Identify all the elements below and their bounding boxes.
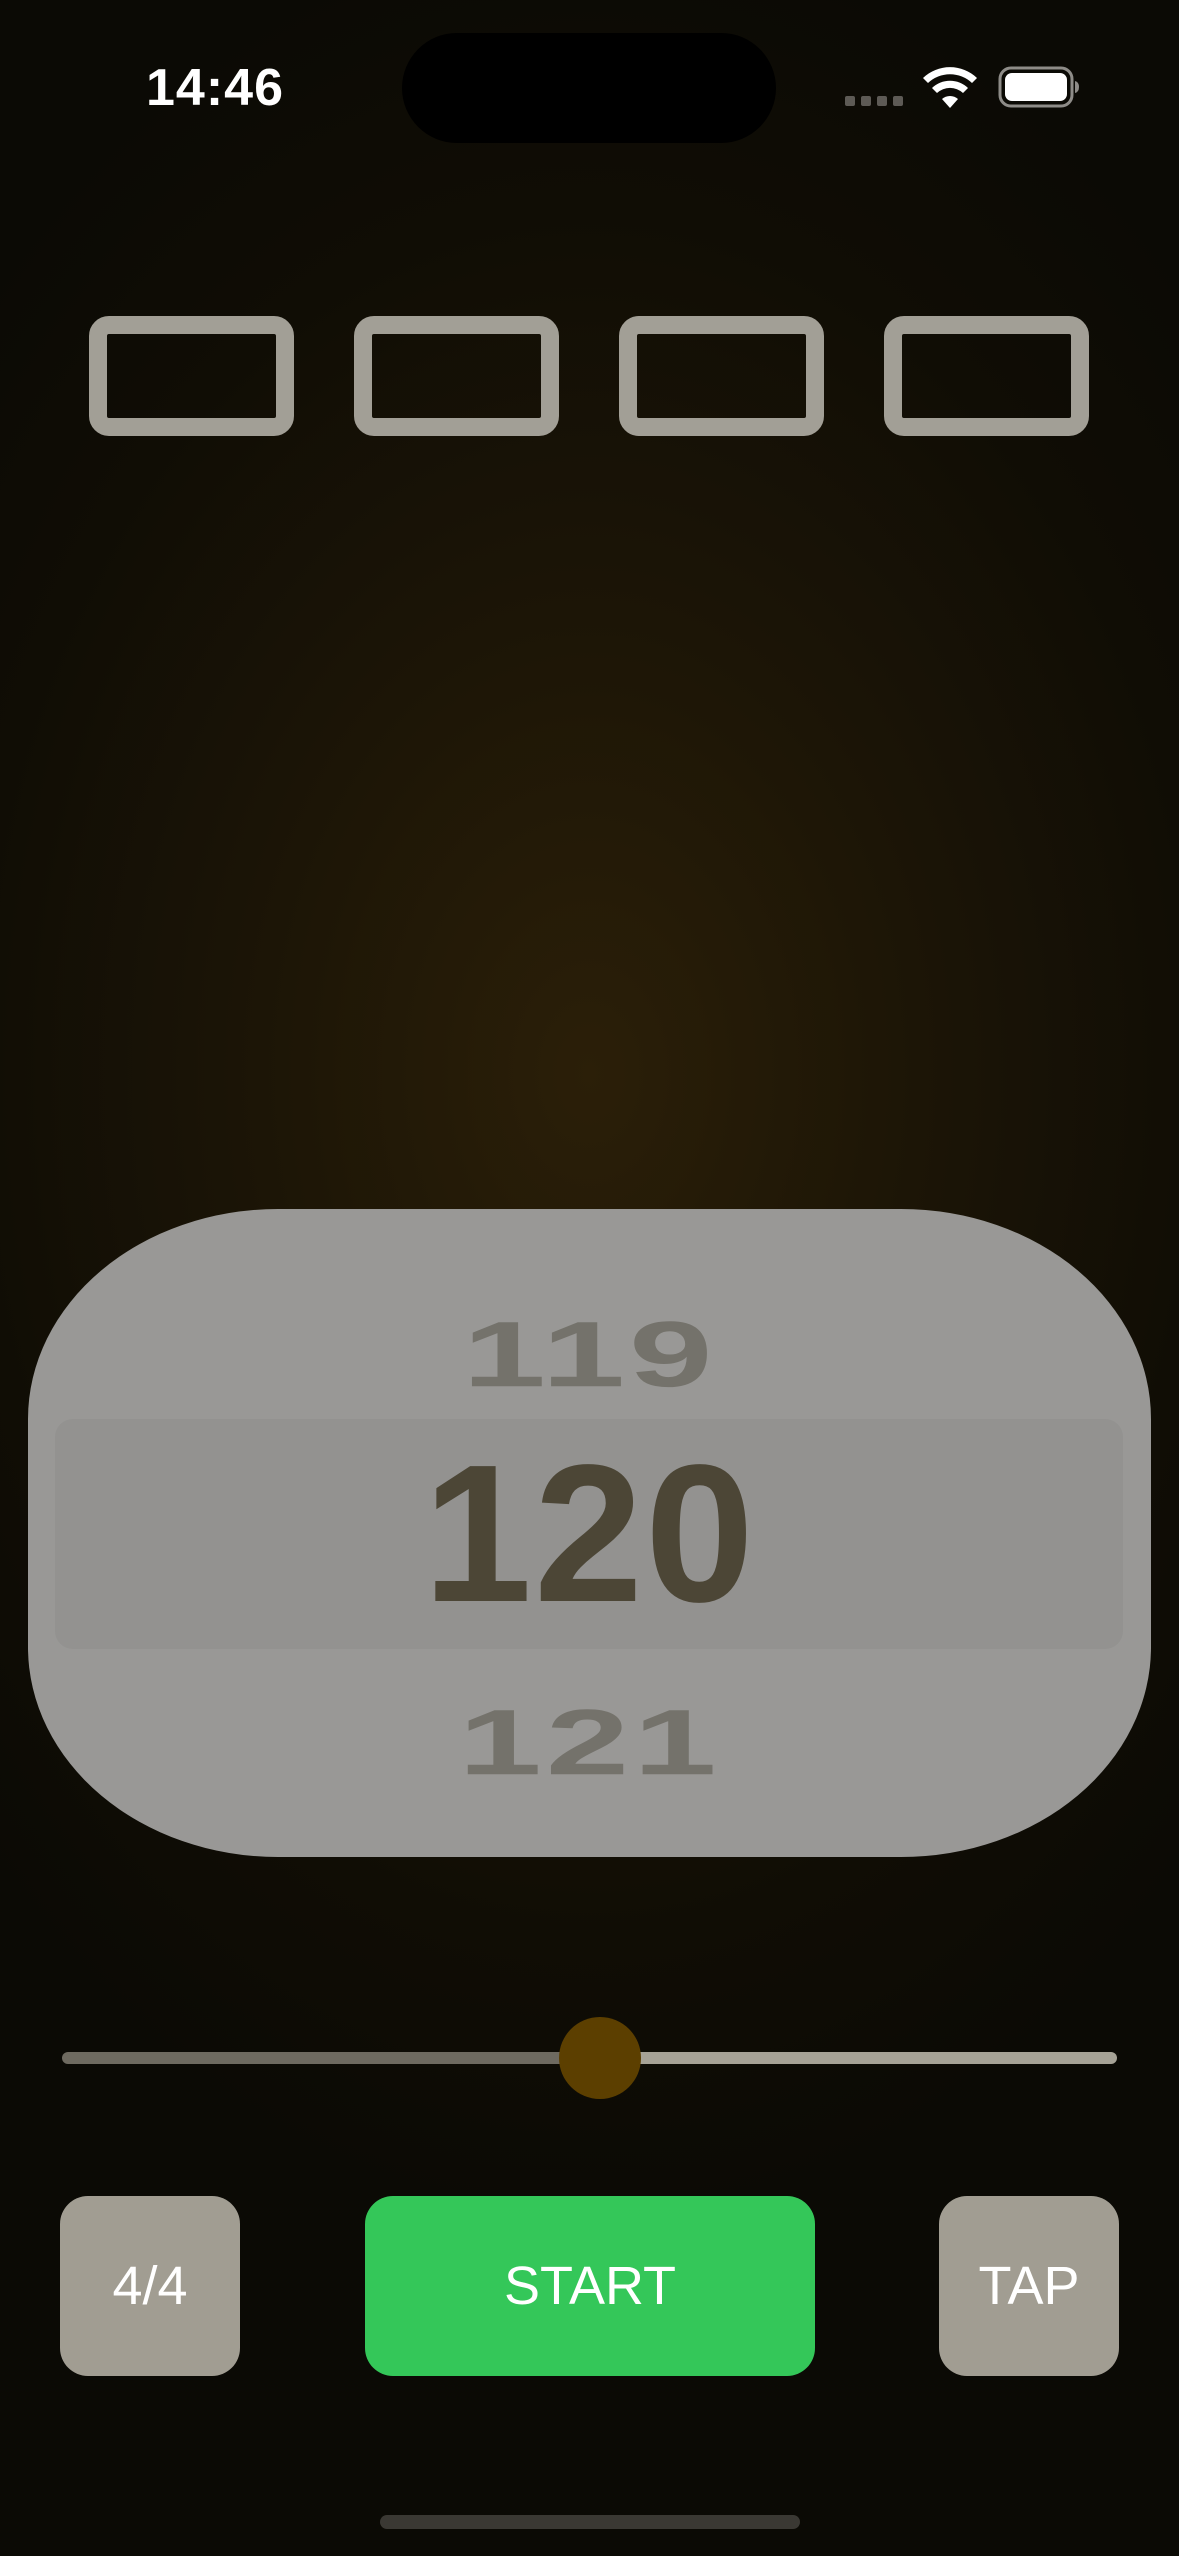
- tap-tempo-button[interactable]: TAP: [939, 2196, 1119, 2376]
- beat-indicator-1: [89, 316, 294, 436]
- beat-indicator-4: [884, 316, 1089, 436]
- tempo-option-next[interactable]: 121: [28, 1696, 1151, 1789]
- tempo-slider[interactable]: [62, 2012, 1117, 2102]
- wifi-icon: [923, 67, 977, 108]
- slider-track-filled: [62, 2052, 601, 2064]
- battery-icon: [998, 66, 1079, 108]
- metronome-screen: 14:46 119 120 121 4/4 START TAP: [0, 0, 1179, 2556]
- beat-indicator-2: [354, 316, 559, 436]
- slider-thumb[interactable]: [559, 2017, 642, 2099]
- cellular-signal-icon: [845, 96, 903, 106]
- tempo-option-previous[interactable]: 119: [28, 1308, 1151, 1401]
- tempo-picker[interactable]: 119 120 121: [28, 1209, 1151, 1857]
- slider-track-empty: [600, 2052, 1117, 2064]
- beat-indicators: [89, 316, 1089, 436]
- home-indicator[interactable]: [380, 2515, 800, 2529]
- status-bar-time: 14:46: [146, 59, 284, 117]
- beat-indicator-3: [619, 316, 824, 436]
- start-button[interactable]: START: [365, 2196, 815, 2376]
- tempo-option-selected[interactable]: 120: [28, 1429, 1151, 1639]
- dynamic-island: [402, 33, 776, 143]
- time-signature-button[interactable]: 4/4: [60, 2196, 240, 2376]
